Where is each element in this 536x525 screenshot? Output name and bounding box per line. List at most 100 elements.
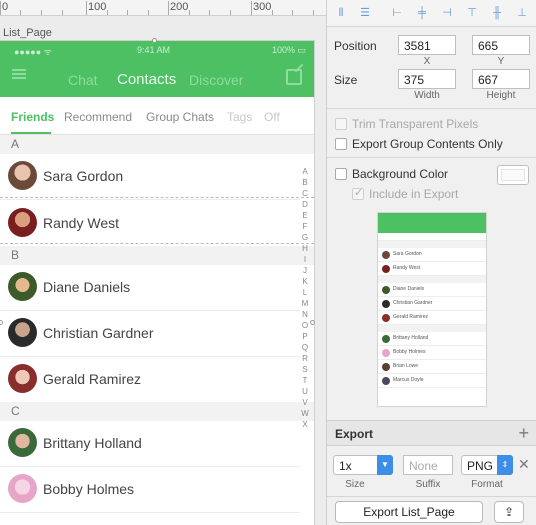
index-letter[interactable]: W: [300, 408, 310, 419]
remove-export-icon[interactable]: ✕: [518, 456, 530, 473]
index-letter[interactable]: L: [300, 287, 310, 298]
index-letter[interactable]: M: [300, 298, 310, 309]
align-top-icon[interactable]: ⊤: [466, 7, 478, 19]
align-center-icon[interactable]: ╪: [416, 7, 428, 19]
index-letter[interactable]: D: [300, 199, 310, 210]
menu-icon[interactable]: [12, 69, 26, 79]
export-artboard-button[interactable]: Export List_Page: [335, 501, 483, 523]
align-right-icon[interactable]: ⊣: [441, 7, 453, 19]
export-suffix-field[interactable]: None: [403, 455, 453, 475]
preview-row: Sara Gordon: [378, 248, 486, 262]
index-letter[interactable]: F: [300, 221, 310, 232]
align-middle-icon[interactable]: ╫: [491, 7, 503, 19]
add-export-icon[interactable]: +: [518, 423, 529, 443]
ruler-tick: [41, 10, 42, 15]
section-header-c: C: [0, 402, 314, 421]
contact-row[interactable]: Gerald Ramirez: [0, 357, 300, 403]
contact-row[interactable]: Christian Gardner: [0, 311, 300, 357]
ruler-label-300: 300: [253, 1, 272, 13]
preview-row: Brian Lowe: [378, 360, 486, 374]
distribute-vertical-icon[interactable]: ☰: [359, 7, 371, 19]
background-color-swatch[interactable]: [497, 165, 529, 185]
index-letter[interactable]: E: [300, 210, 310, 221]
preview-avatar: [382, 335, 390, 343]
index-letter[interactable]: U: [300, 386, 310, 397]
compose-icon[interactable]: [286, 69, 302, 85]
index-letter[interactable]: T: [300, 375, 310, 386]
index-letter[interactable]: G: [300, 232, 310, 243]
nav-tab-chat[interactable]: Chat: [68, 72, 98, 88]
alphabet-index[interactable]: A B C D E F G H I J K L M N O P Q R S T …: [300, 166, 310, 430]
index-letter[interactable]: A: [300, 166, 310, 177]
preview-avatar: [382, 265, 390, 273]
contact-subtabs: Friends Recommend Group Chats Tags Off: [0, 97, 314, 135]
preview-row: Randy West: [378, 262, 486, 276]
position-y-field[interactable]: 665: [472, 35, 530, 55]
subtab-tags[interactable]: Tags: [227, 110, 252, 124]
design-canvas[interactable]: 0 100 200 300 List_Page ●●●●● ᯤ 9:41 AM …: [0, 0, 326, 525]
position-x-field[interactable]: 3581: [398, 35, 456, 55]
include-in-export-checkbox[interactable]: [352, 186, 364, 200]
ruler-tick: [0, 1, 1, 15]
index-letter[interactable]: B: [300, 177, 310, 188]
index-letter[interactable]: N: [300, 309, 310, 320]
align-left-icon[interactable]: ⊢: [391, 7, 403, 19]
artboard-title[interactable]: List_Page: [3, 27, 52, 39]
nav-tab-contacts[interactable]: Contacts: [117, 71, 176, 88]
index-letter[interactable]: S: [300, 364, 310, 375]
index-letter[interactable]: X: [300, 419, 310, 430]
contact-row[interactable]: Brittany Holland: [0, 421, 300, 467]
index-letter[interactable]: R: [300, 353, 310, 364]
contact-row[interactable]: Randy West: [0, 200, 300, 248]
index-letter[interactable]: K: [300, 276, 310, 287]
share-button[interactable]: ⇪: [494, 501, 524, 523]
artboard-list-page[interactable]: ●●●●● ᯤ 9:41 AM 100% ▭ Chat Contacts Dis…: [0, 41, 314, 525]
contact-row[interactable]: Diane Daniels: [0, 265, 300, 311]
export-section-header: Export +: [327, 420, 536, 446]
active-tab-indicator: [11, 132, 51, 134]
ruler-tick: [189, 10, 190, 15]
preview-name: Brittany Holland: [393, 335, 429, 341]
resize-handle[interactable]: [152, 38, 157, 43]
nav-tab-discover[interactable]: Discover: [189, 72, 243, 88]
status-time: 9:41 AM: [137, 45, 171, 55]
resize-handle[interactable]: [310, 320, 315, 325]
index-letter[interactable]: Q: [300, 342, 310, 353]
ruler-tick: [272, 10, 273, 15]
contact-row[interactable]: Sara Gordon: [0, 154, 300, 200]
export-scale-select[interactable]: 1x ▼: [333, 455, 393, 475]
index-letter[interactable]: J: [300, 265, 310, 276]
index-letter[interactable]: O: [300, 320, 310, 331]
trim-pixels-checkbox[interactable]: [335, 118, 347, 130]
contact-name: Christian Gardner: [43, 325, 154, 341]
chevron-down-icon: ▼: [377, 455, 393, 475]
align-bottom-icon[interactable]: ⊥: [516, 7, 528, 19]
preview-name: Sara Gordon: [393, 251, 422, 257]
index-letter[interactable]: V: [300, 397, 310, 408]
index-letter[interactable]: H: [300, 243, 310, 254]
subtab-recommend[interactable]: Recommend: [64, 110, 132, 124]
avatar: [8, 318, 37, 347]
artboard-preview-thumbnail: Sara Gordon Randy West Diane Daniels Chr…: [377, 212, 487, 407]
preview-avatar: [382, 251, 390, 259]
width-field[interactable]: 375: [398, 69, 456, 89]
divider: [327, 157, 536, 158]
position-label: Position: [334, 39, 377, 53]
background-color-checkbox[interactable]: [335, 168, 347, 180]
distribute-horizontal-icon[interactable]: ⫴: [335, 7, 347, 19]
height-field[interactable]: 667: [472, 69, 530, 89]
subtab-friends[interactable]: Friends: [11, 110, 54, 124]
export-format-select[interactable]: PNG ⇕: [461, 455, 513, 475]
export-group-checkbox[interactable]: [335, 138, 347, 150]
index-letter[interactable]: I: [300, 254, 310, 265]
subtab-off[interactable]: Off: [264, 110, 280, 124]
subtab-group-chats[interactable]: Group Chats: [146, 110, 214, 124]
preview-name: Marcus Doyle: [393, 377, 424, 383]
status-bar: ●●●●● ᯤ 9:41 AM 100% ▭: [0, 45, 314, 57]
preview-row: Bobby Holmes: [378, 346, 486, 360]
index-letter[interactable]: P: [300, 331, 310, 342]
avatar: [8, 161, 37, 190]
contact-row[interactable]: Bobby Holmes: [0, 467, 300, 513]
ruler-tick: [20, 10, 21, 15]
preview-name: Bobby Holmes: [393, 349, 426, 355]
